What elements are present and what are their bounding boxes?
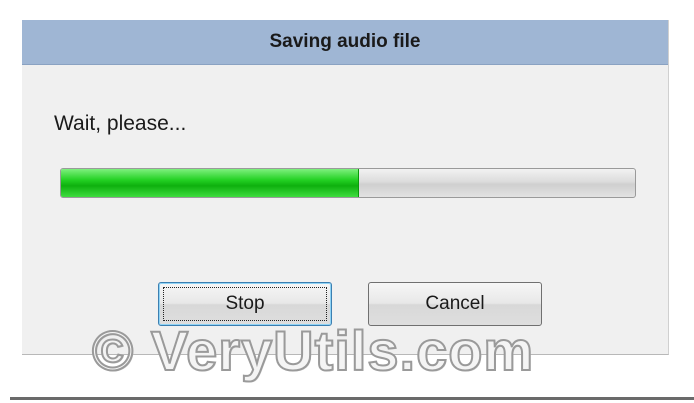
progress-bar-fill: [61, 169, 360, 197]
stop-button-label: Stop: [225, 293, 265, 314]
progress-bar: [60, 168, 636, 198]
save-progress-dialog: Saving audio file Wait, please... Stop C…: [22, 20, 669, 355]
dialog-title: Saving audio file: [269, 31, 421, 52]
screen: Saving audio file Wait, please... Stop C…: [0, 0, 694, 403]
bottom-divider: [10, 397, 694, 400]
watermark-text: © VeryUtils.com: [91, 318, 535, 383]
wait-message: Wait, please...: [54, 112, 187, 135]
cancel-button-label: Cancel: [425, 293, 485, 314]
dialog-titlebar: Saving audio file: [22, 20, 668, 65]
